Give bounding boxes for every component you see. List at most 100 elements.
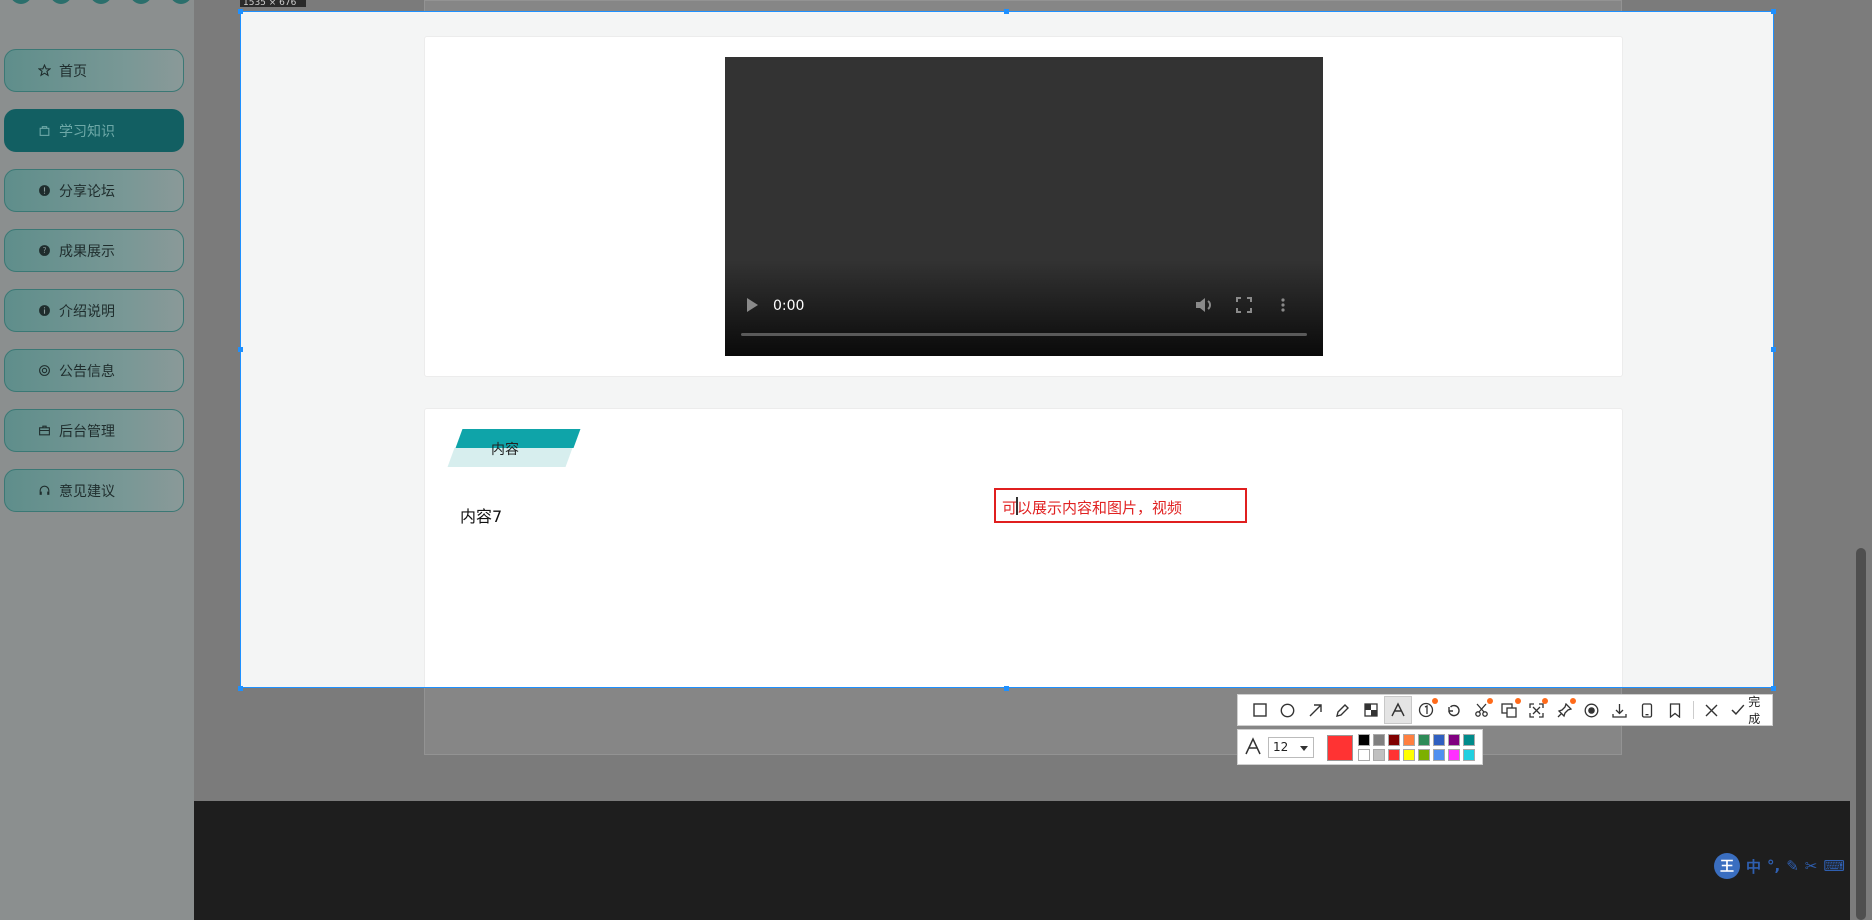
sidebar-item-results[interactable]: ? 成果展示 [4, 229, 184, 272]
resize-handle-bottom-right[interactable] [1771, 686, 1776, 691]
question-circle-icon: ? [37, 243, 52, 258]
scissors-icon[interactable]: ✂ [1805, 857, 1818, 875]
bookmark-icon[interactable] [1661, 696, 1689, 724]
play-icon[interactable] [745, 297, 759, 317]
at-icon [37, 363, 52, 378]
color-swatch[interactable] [1433, 749, 1445, 761]
capture-region[interactable]: 0:00 内容 内容7 可以展示内容和图片，视频 [240, 11, 1774, 688]
pencil-icon[interactable] [1329, 696, 1357, 724]
more-options-icon[interactable] [1280, 297, 1286, 317]
volume-icon[interactable] [1195, 297, 1213, 317]
resize-handle-left[interactable] [238, 347, 243, 352]
ime-logo-icon[interactable]: 王 [1714, 853, 1740, 879]
sidebar-item-intro[interactable]: 介绍说明 [4, 289, 184, 332]
ime-status-bar: 王 中 °, ✎ ✂ ⌨ [1714, 852, 1872, 880]
info-circle-icon [37, 303, 52, 318]
color-swatch[interactable] [1433, 734, 1445, 746]
sidebar: 首页 学习知识 分享论坛 ? 成果展示 介绍说明 公告信息 后台管理 意见建议 [0, 0, 194, 920]
text-annotation-box[interactable]: 可以展示内容和图片，视频 [994, 488, 1247, 523]
mosaic-icon[interactable] [1357, 696, 1385, 724]
text-options-toolbar: 12 [1237, 729, 1483, 765]
top-icon[interactable] [170, 0, 192, 4]
resize-handle-top-left[interactable] [238, 9, 243, 14]
sidebar-item-notice[interactable]: 公告信息 [4, 349, 184, 392]
record-icon[interactable] [1578, 696, 1606, 724]
sidebar-item-forum[interactable]: 分享论坛 [4, 169, 184, 212]
scissors-icon[interactable] [1467, 696, 1495, 724]
done-button[interactable]: 完成 [1731, 693, 1772, 727]
top-icon[interactable] [50, 0, 72, 4]
resize-handle-top-right[interactable] [1771, 9, 1776, 14]
color-swatch[interactable] [1373, 734, 1385, 746]
color-swatch[interactable] [1448, 749, 1460, 761]
content-tab[interactable]: 内容 [447, 429, 581, 469]
chevron-down-icon [1300, 746, 1308, 751]
color-swatch[interactable] [1448, 734, 1460, 746]
color-swatch[interactable] [1358, 734, 1370, 746]
color-swatch[interactable] [1403, 734, 1415, 746]
resize-handle-bottom[interactable] [1004, 686, 1009, 691]
number-marker-icon[interactable] [1412, 696, 1440, 724]
capture-size-label: 1535 × 676 [240, 0, 306, 7]
bag-icon [37, 123, 52, 138]
ocr-icon[interactable] [1495, 696, 1523, 724]
new-badge [1570, 698, 1577, 704]
current-color-swatch[interactable] [1327, 735, 1353, 761]
rectangle-icon[interactable] [1246, 696, 1274, 724]
color-swatch[interactable] [1463, 749, 1475, 761]
screen: 首页 学习知识 分享论坛 ? 成果展示 介绍说明 公告信息 后台管理 意见建议 … [0, 0, 1872, 920]
color-swatch[interactable] [1373, 749, 1385, 761]
screenshot-toolbar: 完成 [1237, 694, 1773, 726]
sidebar-item-label: 学习知识 [59, 123, 115, 140]
sidebar-item-home[interactable]: 首页 [4, 49, 184, 92]
top-icon[interactable] [10, 0, 32, 4]
ellipse-icon[interactable] [1274, 696, 1302, 724]
svg-text:?: ? [42, 246, 46, 255]
sidebar-item-feedback[interactable]: 意见建议 [4, 469, 184, 512]
color-swatch[interactable] [1358, 749, 1370, 761]
alert-circle-icon [37, 183, 52, 198]
phone-icon[interactable] [1633, 696, 1661, 724]
undo-icon[interactable] [1440, 696, 1468, 724]
font-size-value: 12 [1273, 740, 1289, 754]
video-player[interactable]: 0:00 [725, 57, 1323, 356]
content-text: 内容7 [460, 507, 503, 526]
sidebar-item-admin[interactable]: 后台管理 [4, 409, 184, 452]
sidebar-item-label: 意见建议 [59, 483, 115, 500]
color-swatch[interactable] [1388, 734, 1400, 746]
sidebar-item-learning[interactable]: 学习知识 [4, 109, 184, 152]
resize-handle-bottom-left[interactable] [238, 686, 243, 691]
new-badge [1514, 698, 1521, 704]
scan-icon[interactable] [1523, 696, 1551, 724]
text-icon[interactable] [1384, 696, 1413, 724]
color-swatch[interactable] [1403, 749, 1415, 761]
close-icon[interactable] [1698, 696, 1726, 724]
color-swatch[interactable] [1463, 734, 1475, 746]
briefcase-icon [37, 423, 52, 438]
color-swatch[interactable] [1388, 749, 1400, 761]
done-label: 完成 [1748, 695, 1761, 726]
video-progress-bar[interactable] [741, 333, 1307, 336]
tab-label: 内容 [491, 442, 519, 458]
color-swatch[interactable] [1418, 734, 1430, 746]
font-size-select[interactable]: 12 [1268, 737, 1314, 758]
ime-mode[interactable]: 中 [1746, 856, 1761, 877]
resize-handle-top[interactable] [1004, 9, 1009, 14]
keyboard-icon[interactable]: ⌨ [1823, 857, 1845, 875]
annotation-text[interactable]: 可以展示内容和图片，视频 [1002, 497, 1182, 518]
top-icon[interactable] [90, 0, 112, 4]
new-badge [1542, 698, 1549, 704]
headset-icon [37, 483, 52, 498]
download-icon[interactable] [1606, 696, 1634, 724]
pin-icon[interactable] [1550, 696, 1578, 724]
content-card: 内容 内容7 [424, 408, 1623, 687]
resize-handle-right[interactable] [1771, 347, 1776, 352]
fullscreen-icon[interactable] [1236, 297, 1252, 317]
color-swatch[interactable] [1418, 749, 1430, 761]
arrow-icon[interactable] [1301, 696, 1329, 724]
top-icon[interactable] [130, 0, 152, 4]
punctuation-icon[interactable]: °, [1767, 857, 1780, 875]
star-icon [37, 63, 52, 78]
pen-icon[interactable]: ✎ [1786, 857, 1799, 875]
sidebar-item-label: 成果展示 [59, 243, 115, 260]
